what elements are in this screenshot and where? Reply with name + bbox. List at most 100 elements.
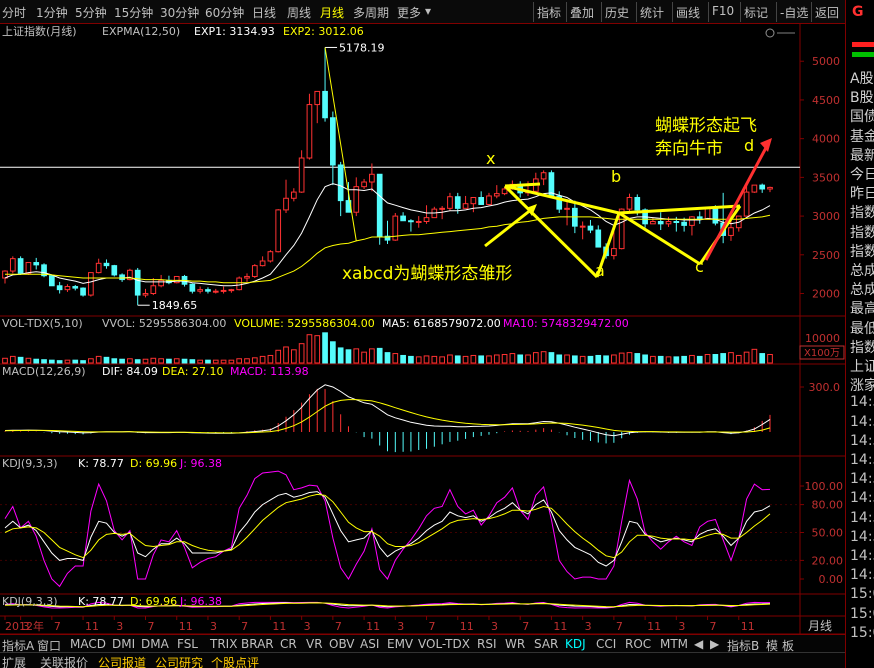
time-tick-label: 3 [678,620,685,633]
tab-period-10[interactable]: 更多 [397,4,421,21]
candle-body [259,260,266,267]
settings-icon [765,28,775,38]
quote-panel-item: 14:5 [850,567,874,584]
candle-body [48,275,55,287]
indicator-tab-vr[interactable]: VR [306,637,323,651]
indicator-tab-kdj[interactable]: KDJ [565,637,586,651]
candle-body [611,248,617,257]
indicator-tab-brar[interactable]: BRAR [241,637,274,651]
volume-bar [525,354,531,364]
volume-bar [103,356,110,364]
macd-title: MACD(12,26,9) [2,365,86,378]
tab-period-6[interactable]: 日线 [252,4,276,21]
kdj-d: D: 69.96 [130,457,177,470]
indicator-tab-sar[interactable]: SAR [534,637,558,651]
indicator-tab-dma[interactable]: DMA [141,637,169,651]
tab-15[interactable]: 15分钟 [114,4,153,21]
tab-period-0[interactable]: 分时 [2,4,26,21]
indicator-tab-roc[interactable]: ROC [625,637,651,651]
candle-body [689,216,695,226]
indicator-tab-trix[interactable]: TRIX [210,637,237,651]
quote-panel-item: 14:5 [850,548,874,564]
tab-60[interactable]: 60分钟 [205,4,244,21]
indicator-tab-fsl[interactable]: FSL [177,637,198,651]
kdj-y-tick-label: 100.00 [805,480,844,493]
quote-panel-item: B股 [850,90,874,107]
toolbar-right-2[interactable]: 历史 [605,4,629,21]
indicator-tab-vol-tdx[interactable]: VOL-TDX [418,637,470,651]
kdj-k-line [4,491,771,567]
tab-5[interactable]: 5分钟 [75,4,107,21]
volume-bar [275,349,282,364]
candle-body [462,203,469,209]
volume-bar [127,358,133,364]
scroll-arrow-icon[interactable]: ◀ [694,637,703,651]
toolbar-right-8[interactable]: 返回 [815,4,839,21]
candle-body [72,286,79,289]
toolbar-right-3[interactable]: 统计 [640,4,664,21]
toolbar-right-6[interactable]: 标记 [744,4,768,21]
tab-period-8[interactable]: 月线 [320,4,344,21]
volume-bar [681,355,687,364]
candle-body [743,191,750,217]
indicator-tab-wr[interactable]: WR [505,637,525,651]
time-tick-label: 3 [116,620,123,633]
candle-body [283,197,289,211]
kdj-y-tick-label: 50.00 [812,527,844,540]
status-tab-2[interactable]: 公司报道 [98,654,146,668]
indicator-tab-macd[interactable]: MACD [70,637,106,651]
tab-period-7[interactable]: 周线 [287,4,311,21]
toolbar-f10[interactable]: F10 [712,4,734,18]
indicator-tab-rsi[interactable]: RSI [477,637,497,651]
status-tab-0[interactable]: 扩展 [2,654,26,668]
tab-1[interactable]: 1分钟 [36,4,68,21]
scroll-arrow-right-icon[interactable]: ▶ [710,637,719,651]
time-tick-label: 3 [210,620,217,633]
volume-bar [665,356,672,364]
candle-body [681,221,687,226]
caption-butterfly-takeoff: 蝴蝶形态起飞 [655,116,757,136]
tab-period-9[interactable]: 多周期 [353,4,389,21]
chart-area[interactable]: 5000 4500 4000 3500 3000 2500 2000 5178.19 1849.… [0,24,845,634]
toolbar-right-1[interactable]: 叠加 [570,4,594,21]
volume-bar [17,356,24,364]
exp2-value: EXP2: 3012.06 [283,25,364,38]
y-tick-label: 2500 [812,249,840,262]
tab-30[interactable]: 30分钟 [160,4,199,21]
indicator-tab-obv[interactable]: OBV [329,637,355,651]
candle-body [361,181,367,188]
chevron-down-icon[interactable]: ▾ [425,4,431,18]
indicator-tab-cci[interactable]: CCI [596,637,616,651]
kdj2-d: D: 69.96 [130,595,177,608]
candle-body [369,173,375,183]
indicator-tab-mtm[interactable]: MTM [660,637,688,651]
toolbar-right-7[interactable]: -自选 [780,4,808,21]
indicator-tab-asi[interactable]: ASI [360,637,379,651]
quote-panel-item: 14:5 [850,509,874,526]
toolbar-right-4[interactable]: 画线 [676,4,700,21]
candle-body [728,227,734,236]
status-tab-1[interactable]: 关联报价 [40,654,88,668]
volume-bar [634,353,641,364]
indicator-tab-dmi[interactable]: DMI [112,637,135,651]
volume-bar [478,355,485,364]
volume-bar [9,355,16,364]
candle-body [220,289,227,292]
candle-body [25,262,32,274]
candle-body [119,274,125,281]
candle-body [376,173,383,237]
toolbar-right-0[interactable]: 指标 [537,4,561,21]
volume-bar [95,355,102,364]
status-tab-3[interactable]: 公司研究 [155,654,203,668]
candle-body [337,164,344,202]
candle-body [64,286,71,291]
time-tick-label: 3 [304,620,311,633]
volume-bar [322,332,328,364]
indicator-tab-cr[interactable]: CR [280,637,297,651]
volume-bar [486,355,492,364]
time-tick-label: 11 [553,620,567,633]
indicator-tab-emv[interactable]: EMV [387,637,413,651]
status-tab-4[interactable]: 个股点评 [211,654,259,668]
time-tick-label: 7 [710,620,717,633]
volume-bar [470,354,477,364]
